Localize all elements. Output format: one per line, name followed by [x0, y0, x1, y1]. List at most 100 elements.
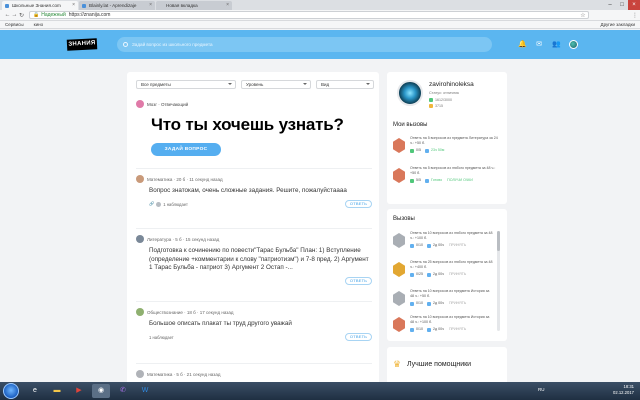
challenge-time: 2д 00ч	[433, 327, 444, 331]
question-item[interactable]: Обществознание · 18 б · 17 секунд назад …	[136, 301, 372, 342]
system-clock[interactable]: 18:31 02.12.2017	[613, 384, 634, 396]
best-helpers-title: Лучшие помощники	[407, 361, 472, 368]
window-controls: – □ ×	[604, 0, 640, 10]
question-meta-text: Литература · 5 б · 15 секунд назад	[147, 236, 220, 242]
question-meta-text: Математика · 20 б · 11 секунд назад	[147, 176, 223, 182]
explorer-icon[interactable]: ▬	[48, 384, 66, 398]
progress-icon	[410, 178, 414, 183]
question-meta: Математика · 20 б · 11 секунд назад	[136, 175, 372, 183]
filters-row: Все предметы Уровень Вид	[136, 80, 379, 89]
star-icon[interactable]: ☆	[578, 12, 588, 19]
challenge-item[interactable]: Ответь на 25 вопросов из любого предмета…	[393, 258, 493, 286]
ie-icon[interactable]: e	[26, 384, 44, 398]
accept-link[interactable]: ПРИНЯТЬ	[449, 327, 466, 332]
language-indicator[interactable]: RU	[538, 387, 545, 392]
close-tab-icon[interactable]: ×	[226, 1, 229, 10]
close-tab-icon[interactable]: ×	[149, 1, 152, 10]
challenge-text: Ответь на 25 вопросов из любого предмета…	[410, 260, 493, 269]
chrome-icon[interactable]: ◉	[92, 384, 110, 398]
answer-button[interactable]: ОТВЕТЬ	[345, 276, 372, 285]
answer-button[interactable]: ОТВЕТЬ	[345, 199, 372, 208]
challenge-progress: 5/5	[416, 178, 421, 182]
question-item[interactable]: Математика · 20 б · 11 секунд назад Вопр…	[136, 168, 372, 209]
search-icon	[123, 42, 128, 47]
close-window-icon[interactable]: ×	[628, 0, 640, 10]
my-challenge-item[interactable]: Ответь на 5 вопросов из предмета Литерат…	[393, 134, 501, 162]
notifications-icon[interactable]: 🔔	[518, 41, 527, 49]
challenge-item[interactable]: Ответь на 10 вопросов из предмета Истори…	[393, 313, 493, 341]
maximize-icon[interactable]: □	[616, 0, 628, 10]
profile-card: zavirohinoleksa Статус: отличник 1612/30…	[387, 72, 507, 204]
secure-label: Надежный	[41, 12, 66, 18]
bookmark-services[interactable]: Сервисы	[5, 22, 24, 27]
subject-filter[interactable]: Все предметы	[136, 80, 236, 89]
challenge-item[interactable]: Ответь на 10 вопросов из предмета Истори…	[393, 287, 493, 315]
question-text[interactable]: Вопрос знатокам, очень сложные задания. …	[149, 187, 369, 196]
start-button[interactable]	[3, 383, 19, 399]
friends-icon[interactable]: 👥	[552, 41, 561, 49]
word-icon[interactable]: W	[136, 384, 154, 398]
accept-link[interactable]: ПРИНЯТЬ	[449, 301, 466, 306]
asker-avatar	[136, 308, 144, 316]
question-meta-text: Математика · 5 б · 21 секунд назад	[147, 371, 221, 377]
accept-link[interactable]: ПРИНЯТЬ	[449, 243, 466, 248]
hero-title: Что ты хочешь узнать?	[151, 115, 344, 134]
profile-avatar[interactable]	[397, 80, 423, 106]
search-input[interactable]: Задай вопрос из школьного предмета	[117, 37, 492, 52]
asker-avatar	[136, 370, 144, 378]
question-text[interactable]: Большое описать плакат ты труд другого у…	[149, 320, 369, 329]
address-input[interactable]: 🔒 Надежный https://znanija.com ☆	[29, 11, 589, 19]
profile-points-extra: 3715	[429, 104, 443, 108]
close-tab-icon[interactable]: ×	[72, 1, 75, 10]
challenge-time: Готово	[431, 178, 443, 182]
challenge-progress: 0/5	[416, 148, 421, 152]
media-icon[interactable]: ▶	[70, 384, 88, 398]
question-item[interactable]: Математика · 5 б · 21 секунд назад	[136, 363, 372, 378]
challenges-card: Вызовы Ответь на 10 вопросов из любого п…	[387, 209, 507, 341]
challenge-item[interactable]: Ответь на 10 вопросов из любого предмета…	[393, 229, 493, 257]
back-icon[interactable]: ←	[4, 12, 11, 18]
other-bookmarks[interactable]: Другие закладки	[601, 22, 635, 27]
clock-icon	[425, 178, 429, 183]
search-placeholder: Задай вопрос из школьного предмета	[132, 42, 213, 47]
level-filter[interactable]: Уровень	[241, 80, 311, 89]
scroll-thumb[interactable]	[497, 231, 500, 251]
my-challenge-item[interactable]: Ответь на 5 вопросов из любого предмета …	[393, 164, 501, 192]
progress-icon	[410, 243, 414, 248]
forward-icon[interactable]: →	[11, 12, 18, 18]
bookmark-kino[interactable]: кино	[34, 22, 43, 27]
question-item[interactable]: Литература · 5 б · 15 секунд назад Подго…	[136, 228, 372, 286]
question-feed: Все предметы Уровень Вид Мозг · Отвечающ…	[127, 72, 379, 400]
question-footer: ОТВЕТЬ	[149, 276, 372, 286]
messages-icon[interactable]: ✉	[535, 41, 543, 49]
ask-question-button[interactable]: ЗАДАЙ ВОПРОС	[151, 143, 221, 156]
browser-tab-new[interactable]: Новая вкладка ×	[156, 1, 232, 10]
progress-icon	[410, 148, 414, 153]
browser-menu-icon[interactable]: ⋮	[630, 12, 640, 19]
asker-avatar	[136, 235, 144, 243]
url-text: https://znanija.com	[68, 12, 111, 18]
challenge-progress: 0/10	[416, 301, 423, 305]
user-avatar[interactable]	[569, 40, 578, 49]
site-logo[interactable]: ЗНАНИЯ	[66, 38, 98, 51]
challenge-text: Ответь на 10 вопросов из предмета Истори…	[410, 289, 490, 298]
minimize-icon[interactable]: –	[604, 0, 616, 10]
viber-icon[interactable]: ✆	[114, 384, 132, 398]
browser-tab-brainly[interactable]: Blainly.lat - Aprendizaje ×	[79, 1, 155, 10]
crown-icon	[429, 104, 433, 108]
progress-icon	[410, 327, 414, 332]
challenge-badge-icon	[393, 233, 405, 248]
reload-icon[interactable]: ↻	[18, 12, 25, 19]
answer-button[interactable]: ОТВЕТЬ	[345, 332, 372, 341]
question-meta: Математика · 5 б · 21 секунд назад	[136, 370, 372, 378]
my-challenges-title: Мои вызовы	[393, 122, 428, 128]
clock-icon	[427, 243, 431, 248]
challenges-scrollbar[interactable]	[497, 231, 500, 331]
get-points-link[interactable]: ПОЛУЧИ ОЧКИ	[447, 178, 473, 183]
profile-name[interactable]: zavirohinoleksa	[429, 81, 474, 88]
type-filter[interactable]: Вид	[316, 80, 374, 89]
browser-tab-znanija[interactable]: Школьные Знания.com ×	[2, 1, 78, 10]
question-text[interactable]: Подготовка к сочинению по повести"Тарас …	[149, 247, 369, 273]
challenge-time: 2д 00ч	[433, 243, 444, 247]
accept-link[interactable]: ПРИНЯТЬ	[449, 272, 466, 277]
